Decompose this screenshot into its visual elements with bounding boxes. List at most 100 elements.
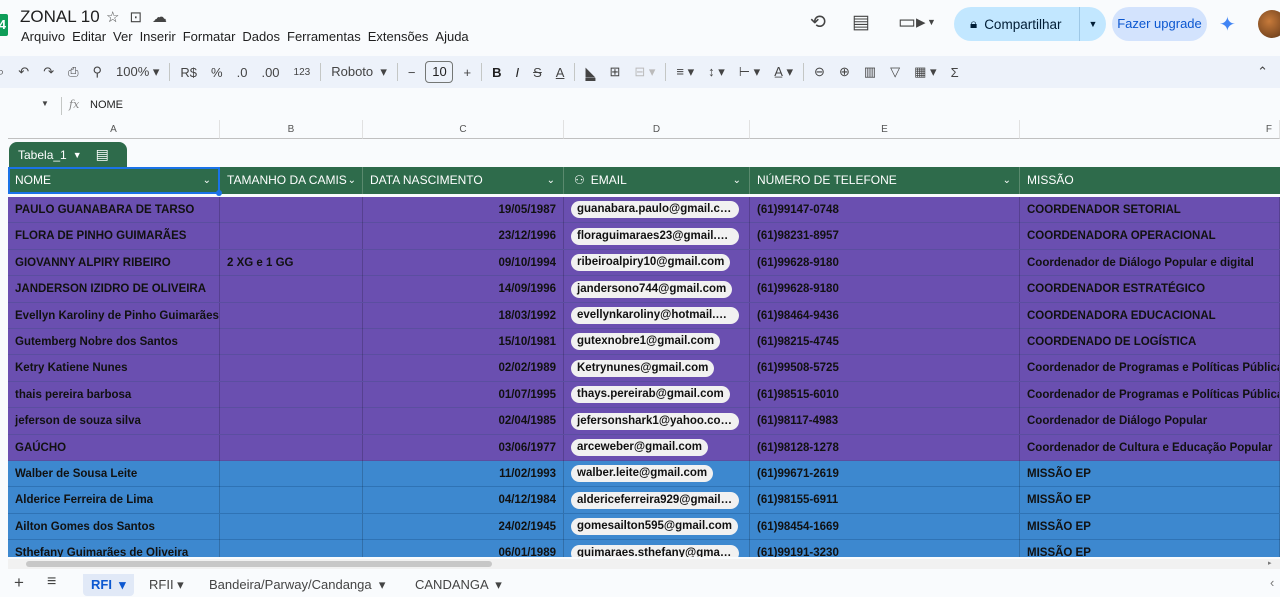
share-main[interactable]: 🔒︎ Compartilhar	[954, 7, 1080, 41]
column-header-c[interactable]: C	[363, 120, 564, 139]
email-chip[interactable]: Ketrynunes@gmail.com	[571, 359, 715, 377]
star-icon[interactable]: ☆	[106, 8, 119, 26]
cell-tamanho[interactable]: 2 XG e 1 GG	[220, 249, 363, 276]
cell-nome[interactable]: PAULO GUANABARA DE TARSO	[8, 197, 220, 223]
cell-missao[interactable]: Coordenador de Diálogo Popular e digital	[1020, 249, 1280, 276]
cell-telefone[interactable]: (61)98454-1669	[750, 513, 1020, 540]
cell-tamanho[interactable]	[220, 487, 363, 514]
table-menu-dropdown-icon[interactable]: ▼	[73, 150, 82, 160]
cell-email[interactable]: gomesailton595@gmail.com	[564, 513, 750, 540]
increase-decimal[interactable]: .00	[254, 65, 286, 80]
cell-telefone[interactable]: (61)98155-6911	[750, 487, 1020, 514]
email-chip[interactable]: arceweber@gmail.com	[571, 439, 708, 457]
formula-input[interactable]: NOME	[90, 99, 123, 111]
cell-nome[interactable]: Gutemberg Nobre dos Santos	[8, 329, 220, 355]
font-size-increase[interactable]: +	[456, 65, 478, 80]
cell-telefone[interactable]: (61)99628-9180	[750, 249, 1020, 276]
table-view-icon[interactable]: ▤	[96, 146, 109, 163]
cell-telefone[interactable]: (61)98215-4745	[750, 329, 1020, 355]
cell-nome[interactable]: Evellyn Karoliny de Pinho Guimarães	[8, 302, 220, 329]
cell-data-nascimento[interactable]: 09/10/1994	[363, 249, 564, 276]
sheet-tab-rfi[interactable]: RFI ▾	[83, 574, 134, 596]
cell-email[interactable]: floraguimaraes23@gmail.com	[564, 223, 750, 250]
cell-missao[interactable]: MISSÃO EP	[1020, 461, 1280, 487]
menu-ver[interactable]: Ver	[113, 29, 133, 44]
font-select[interactable]: Roboto ▾	[324, 64, 394, 80]
sheet-tab-candanga[interactable]: CANDANGA ▾	[407, 574, 510, 596]
font-size-decrease[interactable]: −	[401, 65, 423, 80]
vertical-align-icon[interactable]: ↕ ▾	[701, 64, 732, 80]
cell-nome[interactable]: Sthefany Guimarães de Oliveira	[8, 540, 220, 557]
cell-nome[interactable]: jeferson de souza silva	[8, 408, 220, 435]
menu-inserir[interactable]: Inserir	[140, 29, 176, 44]
cell-data-nascimento[interactable]: 03/06/1977	[363, 434, 564, 461]
cell-tamanho[interactable]	[220, 329, 363, 355]
cell-email[interactable]: guanabara.paulo@gmail.com	[564, 197, 750, 223]
cell-data-nascimento[interactable]: 14/09/1996	[363, 276, 564, 303]
search-icon[interactable]: ⌕	[0, 64, 11, 80]
cell-telefone[interactable]: (61)98117-4983	[750, 408, 1020, 435]
cell-nome[interactable]: Ailton Gomes dos Santos	[8, 513, 220, 540]
cell-data-nascimento[interactable]: 19/05/1987	[363, 197, 564, 223]
history-icon[interactable]: ⟲	[810, 11, 826, 34]
header-missao[interactable]: MISSÃO	[1020, 167, 1280, 194]
menu-formatar[interactable]: Formatar	[183, 29, 236, 44]
column-header-d[interactable]: D	[564, 120, 750, 139]
share-dropdown-icon[interactable]: ▼	[1080, 19, 1106, 29]
cell-tamanho[interactable]	[220, 302, 363, 329]
email-chip[interactable]: floraguimaraes23@gmail.com	[571, 227, 739, 245]
email-chip[interactable]: gomesailton595@gmail.com	[571, 518, 739, 536]
filter-icon[interactable]: ▽	[883, 64, 907, 80]
move-folder-icon[interactable]: ⊡	[129, 8, 142, 26]
cell-missao[interactable]: MISSÃO EP	[1020, 487, 1280, 514]
cell-data-nascimento[interactable]: 01/07/1995	[363, 381, 564, 408]
column-header-a[interactable]: A	[8, 120, 220, 139]
cell-missao[interactable]: Coordenador de Programas e Políticas Púb…	[1020, 355, 1280, 382]
cell-nome[interactable]: thais pereira barbosa	[8, 381, 220, 408]
decrease-decimal[interactable]: .0	[230, 65, 255, 80]
cell-data-nascimento[interactable]: 24/02/1945	[363, 513, 564, 540]
cell-tamanho[interactable]	[220, 513, 363, 540]
zoom-select[interactable]: 100% ▾	[109, 64, 166, 80]
cell-missao[interactable]: MISSÃO EP	[1020, 513, 1280, 540]
undo-icon[interactable]: ↶	[11, 64, 36, 80]
italic-button[interactable]: I	[508, 65, 526, 80]
cell-nome[interactable]: GIOVANNY ALPIRY RIBEIRO	[8, 249, 220, 276]
cell-email[interactable]: guimaraes.sthefany@gmail.c...	[564, 540, 750, 557]
email-chip[interactable]: jefersonshark1@yahoo.com.br	[571, 412, 739, 430]
email-chip[interactable]: aldericeferreira929@gmail.c...	[571, 491, 739, 509]
cell-tamanho[interactable]	[220, 381, 363, 408]
email-chip[interactable]: guanabara.paulo@gmail.com	[571, 201, 739, 219]
cell-email[interactable]: jefersonshark1@yahoo.com.br	[564, 408, 750, 435]
comment-icon[interactable]: ⊕	[832, 64, 857, 80]
email-chip[interactable]: ribeiroalpiry10@gmail.com	[571, 254, 731, 272]
cell-email[interactable]: thays.pereirab@gmail.com	[564, 381, 750, 408]
sheets-nav-left-icon[interactable]: ‹	[1270, 575, 1274, 590]
cell-nome[interactable]: Alderice Ferreira de Lima	[8, 487, 220, 514]
cell-data-nascimento[interactable]: 06/01/1989	[363, 540, 564, 557]
strikethrough-button[interactable]: S	[526, 65, 549, 80]
sheet-tab-rfii[interactable]: RFII ▾	[141, 574, 192, 596]
sheet-tab-bandeira[interactable]: Bandeira/Parway/Candanga ▾	[201, 574, 393, 596]
email-chip[interactable]: guimaraes.sthefany@gmail.c...	[571, 544, 739, 557]
cell-data-nascimento[interactable]: 04/12/1984	[363, 487, 564, 514]
table-name-tab[interactable]: Tabela_1 ▼ ▤	[9, 142, 127, 167]
name-box-dropdown-icon[interactable]: ▼	[41, 99, 49, 108]
avatar[interactable]	[1258, 10, 1280, 38]
cell-email[interactable]: ribeiroalpiry10@gmail.com	[564, 249, 750, 276]
cell-telefone[interactable]: (61)98464-9436	[750, 302, 1020, 329]
cell-nome[interactable]: GAÚCHO	[8, 434, 220, 461]
cell-data-nascimento[interactable]: 15/10/1981	[363, 329, 564, 355]
chart-icon[interactable]: ▥	[857, 64, 883, 80]
cell-email[interactable]: Ketrynunes@gmail.com	[564, 355, 750, 382]
menu-ajuda[interactable]: Ajuda	[435, 29, 468, 44]
align-left-icon[interactable]: ≡ ▾	[669, 64, 701, 80]
cell-telefone[interactable]: (61)99671-2619	[750, 461, 1020, 487]
cell-data-nascimento[interactable]: 23/12/1996	[363, 223, 564, 250]
cell-email[interactable]: gutexnobre1@gmail.com	[564, 329, 750, 355]
cell-missao[interactable]: COORDENADO DE LOGÍSTICA	[1020, 329, 1280, 355]
add-sheet-icon[interactable]: +	[14, 573, 24, 593]
share-button[interactable]: 🔒︎ Compartilhar ▼	[954, 7, 1106, 41]
cell-tamanho[interactable]	[220, 223, 363, 250]
menu-arquivo[interactable]: Arquivo	[21, 29, 65, 44]
